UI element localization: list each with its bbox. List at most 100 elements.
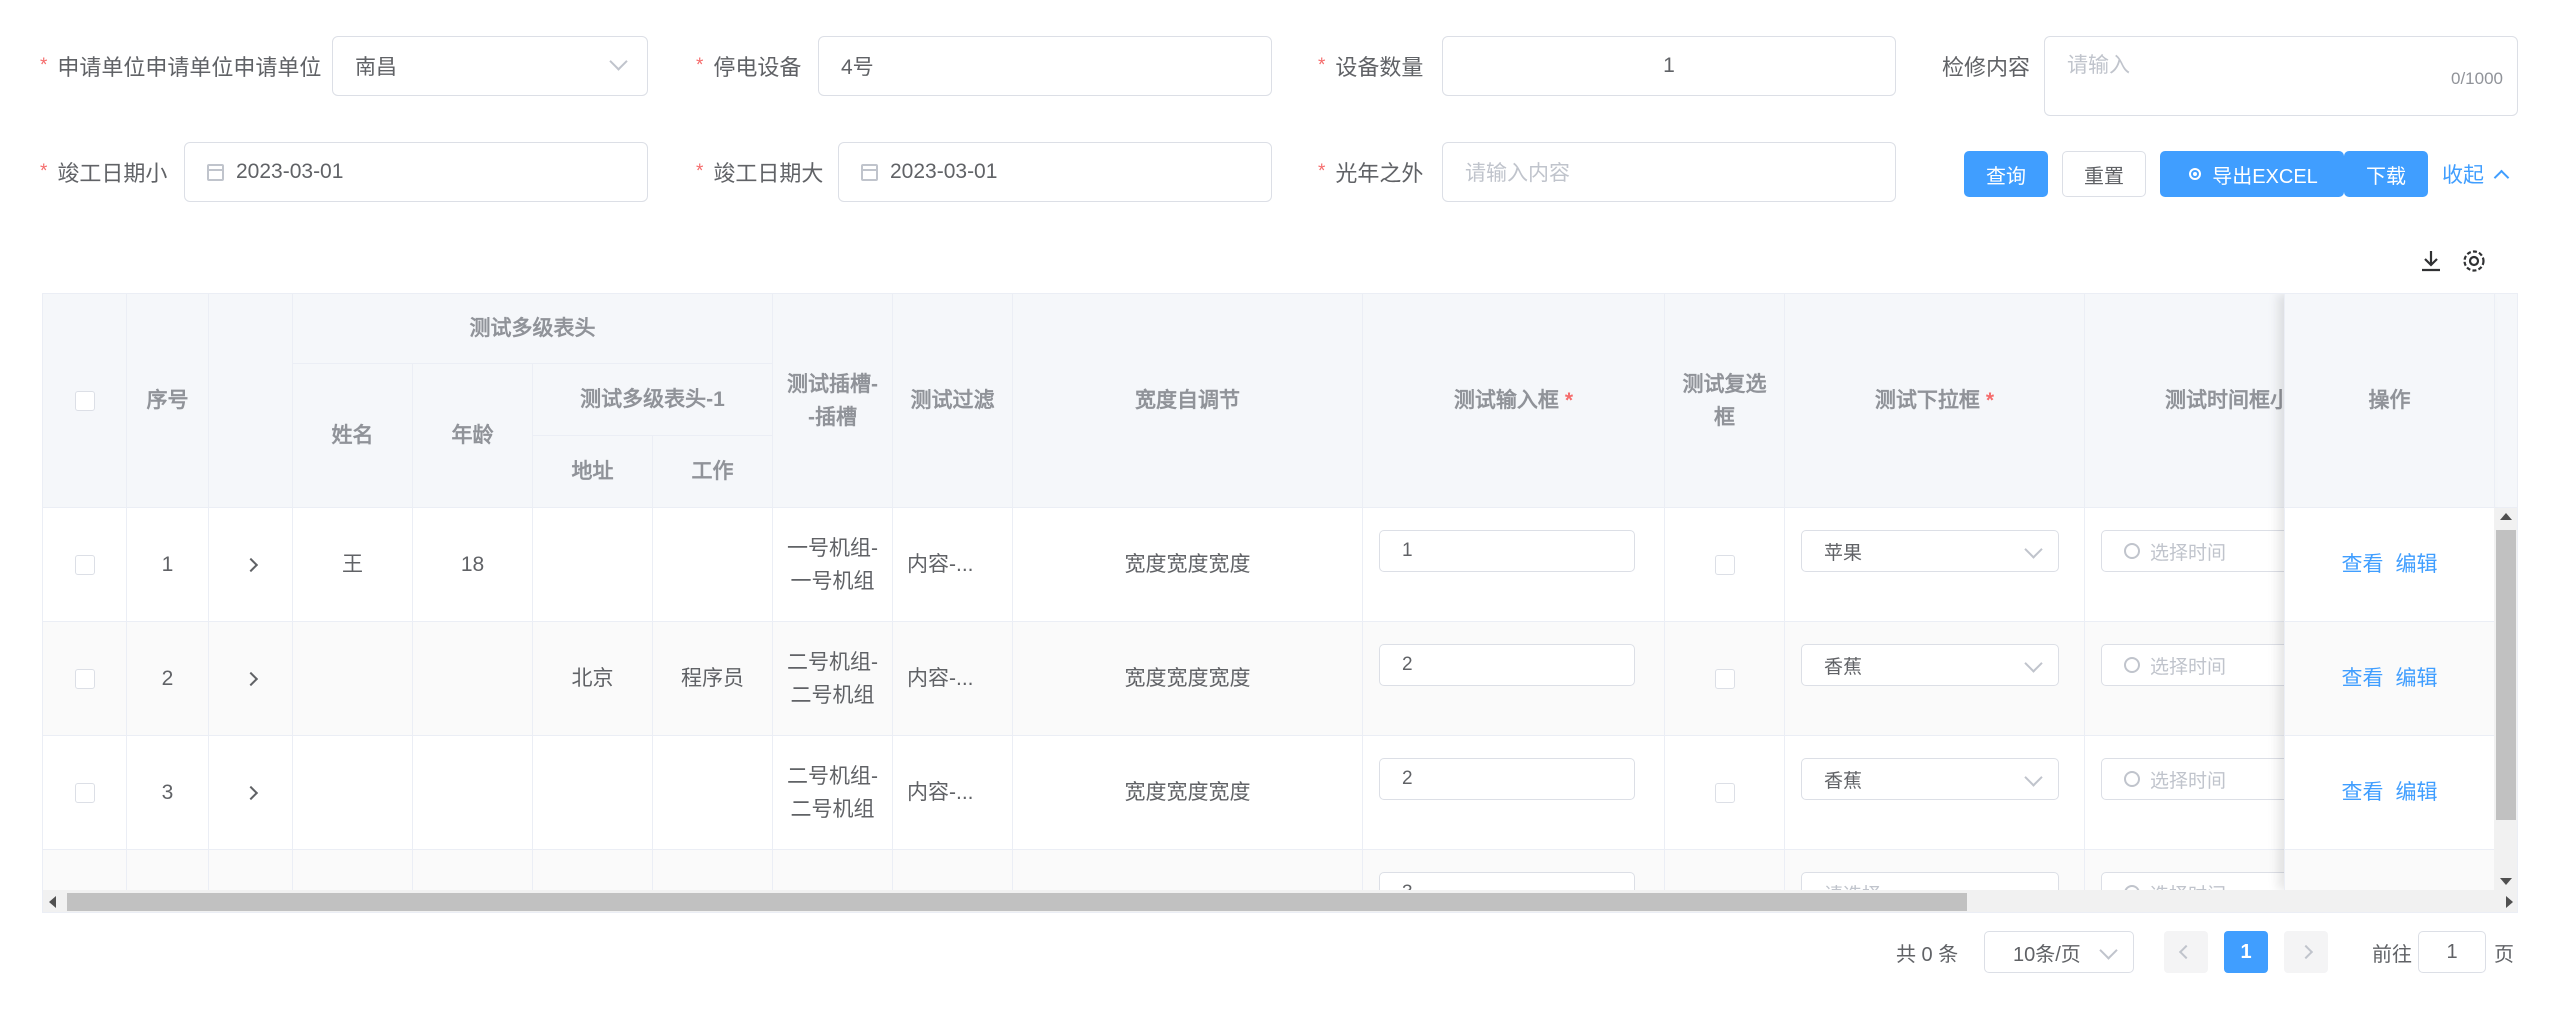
row-expand-cell: [209, 736, 293, 850]
next-page-button[interactable]: [2284, 931, 2328, 973]
lightyear-label: * 光年之外: [1318, 161, 1424, 186]
header-slot: 测试插槽--插槽: [773, 294, 893, 508]
expand-chevron-icon[interactable]: [243, 557, 258, 572]
date-min-picker[interactable]: 2023-03-01: [184, 142, 648, 202]
date-max-picker[interactable]: 2023-03-01: [838, 142, 1272, 202]
row-text-input[interactable]: 2: [1379, 644, 1635, 686]
header-age: 年龄: [413, 364, 533, 508]
clock-icon: [2124, 543, 2140, 559]
page-suffix: 页: [2494, 943, 2514, 966]
chevron-down-icon: [2024, 540, 2043, 559]
row-dropdown-value: 香蕉: [1824, 656, 1863, 678]
row-expand-cell: [209, 508, 293, 622]
download-button[interactable]: 下载: [2344, 151, 2428, 197]
edit-link[interactable]: 编辑: [2396, 662, 2438, 695]
row-time-placeholder: 选择时间: [2150, 656, 2227, 678]
settings-gear-icon[interactable]: [2460, 247, 2488, 275]
row-ops-cell: 查看 编辑: [2285, 736, 2495, 850]
row-dropdown[interactable]: 苹果: [1801, 530, 2059, 572]
edit-link[interactable]: 编辑: [2396, 776, 2438, 809]
header-select: 测试下拉框 *: [1785, 294, 2085, 508]
device-label: * 停电设备: [696, 55, 802, 80]
header-select-all: [43, 294, 127, 508]
fixed-ops-column: 操作 查看 编辑 查看 编辑 查看 编辑: [2284, 294, 2495, 912]
header-width-auto: 宽度自调节: [1013, 294, 1363, 508]
row-width-auto-cell: 宽度宽度宽度: [1013, 736, 1363, 850]
row-filter-cell: 内容-...: [893, 508, 1013, 622]
collapse-toggle[interactable]: 收起: [2442, 157, 2510, 191]
row-index-cell: 1: [127, 508, 209, 622]
chevron-right-icon: [2298, 944, 2314, 960]
row-index-cell: 3: [127, 736, 209, 850]
row-checkbox[interactable]: [74, 554, 95, 575]
view-link[interactable]: 查看: [2342, 776, 2384, 809]
content-label: 检修内容: [1942, 55, 2031, 80]
vertical-scrollbar[interactable]: [2494, 508, 2517, 890]
row-expand-cell: [209, 622, 293, 736]
row-dropdown[interactable]: 香蕉: [1801, 644, 2059, 686]
row-select-cell: [43, 736, 127, 850]
row-width-auto-cell: 宽度宽度宽度: [1013, 622, 1363, 736]
row-time-placeholder: 选择时间: [2150, 542, 2227, 564]
chevron-down-icon: [2024, 654, 2043, 673]
calendar-icon: [861, 163, 878, 181]
pagination-total: 共 0 条: [1896, 943, 1959, 966]
row-ops-cell: 查看 编辑: [2285, 508, 2495, 622]
row-slot-cell: 二号机组-二号机组: [773, 622, 893, 736]
row-job-cell: [653, 736, 773, 850]
row-dropdown-value: 香蕉: [1824, 770, 1863, 792]
expand-chevron-icon[interactable]: [243, 671, 258, 686]
date-max-label: * 竣工日期大: [696, 161, 824, 186]
header-multi-1: 测试多级表头-1: [533, 364, 773, 436]
row-address-cell: 北京: [533, 622, 653, 736]
row-text-input[interactable]: 2: [1379, 758, 1635, 800]
gear-icon: [2189, 168, 2202, 180]
content-counter: 0/1000: [2451, 69, 2503, 88]
header-expand: [209, 294, 293, 508]
view-link[interactable]: 查看: [2342, 548, 2384, 581]
row-name-cell: [293, 622, 413, 736]
goto-page-input[interactable]: 1: [2418, 931, 2486, 973]
select-all-checkbox[interactable]: [74, 390, 95, 411]
row-test-checkbox[interactable]: [1714, 668, 1735, 689]
count-input[interactable]: 1: [1442, 36, 1896, 96]
export-excel-button[interactable]: 导出EXCEL: [2160, 151, 2344, 197]
horizontal-scrollbar[interactable]: [43, 890, 2517, 912]
reset-button[interactable]: 重置: [2062, 151, 2146, 197]
row-checkbox-cell: [1665, 508, 1785, 622]
row-checkbox[interactable]: [74, 782, 95, 803]
prev-page-button[interactable]: [2164, 931, 2208, 973]
lightyear-input[interactable]: 请输入内容: [1442, 142, 1896, 202]
device-input[interactable]: 4号: [818, 36, 1272, 96]
row-index-cell: 2: [127, 622, 209, 736]
date-min-label: * 竣工日期小: [40, 161, 168, 186]
chevron-down-icon: [2099, 941, 2118, 960]
chevron-left-icon: [2178, 944, 2194, 960]
page-size-select[interactable]: 10条/页: [1984, 931, 2134, 973]
expand-chevron-icon[interactable]: [243, 785, 258, 800]
row-filter-cell: 内容-...: [893, 736, 1013, 850]
row-checkbox[interactable]: [74, 668, 95, 689]
calendar-icon: [207, 163, 224, 181]
row-ops-cell: 查看 编辑: [2285, 622, 2495, 736]
query-button[interactable]: 查询: [1964, 151, 2048, 197]
edit-link[interactable]: 编辑: [2396, 548, 2438, 581]
header-input: 测试输入框 *: [1363, 294, 1665, 508]
row-dropdown[interactable]: 香蕉: [1801, 758, 2059, 800]
content-textarea[interactable]: 请输入 0/1000: [2044, 36, 2518, 116]
unit-select[interactable]: 南昌: [332, 36, 648, 96]
row-test-checkbox[interactable]: [1714, 554, 1735, 575]
download-icon[interactable]: [2418, 248, 2444, 274]
header-checkbox: 测试复选框: [1665, 294, 1785, 508]
header-index: 序号: [127, 294, 209, 508]
row-select-cell: [43, 508, 127, 622]
row-job-cell: 程序员: [653, 622, 773, 736]
row-text-input[interactable]: 1: [1379, 530, 1635, 572]
view-link[interactable]: 查看: [2342, 662, 2384, 695]
page-number-current[interactable]: 1: [2224, 931, 2268, 973]
row-test-checkbox[interactable]: [1714, 782, 1735, 803]
row-job-cell: [653, 508, 773, 622]
row-slot-cell: 二号机组-二号机组: [773, 736, 893, 850]
header-name: 姓名: [293, 364, 413, 508]
row-slot-cell: 一号机组-一号机组: [773, 508, 893, 622]
